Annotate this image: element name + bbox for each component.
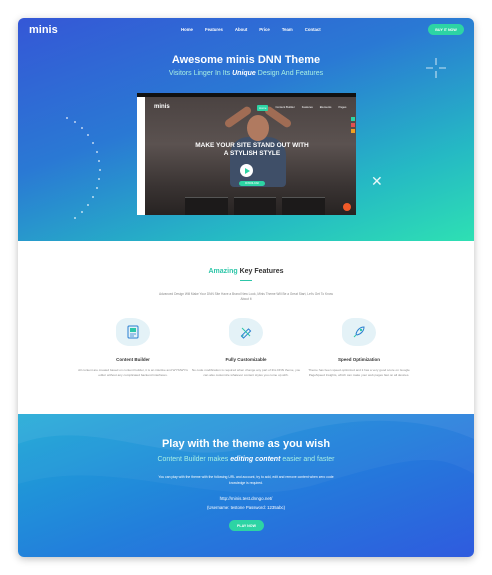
feature-content-builder: Content Builder All content are created …	[78, 318, 188, 378]
video-headline-line2: A STYLISH STYLE	[223, 150, 281, 157]
features-title: Amazing Key Features	[18, 268, 474, 275]
hero-subtitle-suffix: Design And Features	[255, 70, 324, 77]
content-builder-icon	[116, 318, 150, 346]
main-nav: Home Features About Price Team Contact	[181, 27, 321, 32]
play-video-button[interactable]	[240, 164, 253, 177]
play-subtitle-suffix: easier and faster	[280, 456, 335, 463]
nav-contact[interactable]: Contact	[305, 27, 321, 32]
video-nav-content-builder: Content Builder	[275, 105, 295, 109]
play-description: You can play with the theme with the fol…	[158, 475, 334, 485]
person-head	[247, 115, 269, 141]
video-nav-features: Features	[301, 105, 313, 109]
site-logo[interactable]: minis	[29, 24, 58, 36]
feature-title: Content Builder	[116, 357, 150, 362]
video-logo: minis	[154, 104, 170, 110]
feature-title: Speed Optimization	[337, 357, 380, 362]
play-now-button[interactable]: PLAY NOW	[229, 520, 264, 531]
hero-subtitle: Visitors Linger In Its Unique Design And…	[18, 70, 474, 77]
demo-credentials: (Username: testone Password: 1235abc)	[206, 505, 286, 510]
play-subtitle: Content Builder makes editing content ea…	[18, 456, 474, 463]
nav-about[interactable]: About	[235, 27, 247, 32]
video-preview[interactable]: minis Home Content Builder Features Elem…	[137, 93, 356, 215]
features-section: Amazing Key Features Advanced Design Wil…	[18, 241, 474, 414]
nav-price[interactable]: Price	[259, 27, 270, 32]
features-title-highlight: Amazing	[208, 268, 238, 275]
feature-fully-customizable: Fully Customizable No code modification …	[191, 318, 301, 378]
dotted-arc-decoration	[66, 117, 101, 219]
rocket-icon	[342, 318, 376, 346]
hero-subtitle-prefix: Visitors Linger In Its	[168, 70, 233, 77]
hero-title: Awesome minis DNN Theme	[171, 54, 321, 66]
hero-section: minis Home Features About Price Team Con…	[18, 18, 474, 241]
video-sidebar	[137, 97, 145, 215]
nav-features[interactable]: Features	[205, 27, 223, 32]
hero-subtitle-emphasis: Unique	[232, 70, 256, 77]
page-frame: minis Home Features About Price Team Con…	[18, 18, 474, 557]
desk-monitors	[185, 197, 326, 215]
features-title-rest: Key Features	[237, 268, 284, 275]
nav-team[interactable]: Team	[282, 27, 293, 32]
video-side-icons	[351, 117, 355, 133]
play-subtitle-prefix: Content Builder makes	[157, 456, 231, 463]
features-intro: Advanced Design Will Make Your DNN Site …	[159, 292, 333, 301]
video-nav: Home Content Builder Features Elements P…	[257, 105, 346, 111]
video-headline: MAKE YOUR SITE STAND OUT WITH A STYLISH …	[167, 142, 337, 158]
x-decoration-icon: ✕	[371, 173, 383, 189]
video-corner-badge	[343, 203, 351, 211]
play-title: Play with the theme as you wish	[161, 438, 331, 450]
play-subtitle-emphasis: editing content	[230, 456, 281, 463]
feature-description: All content are created based on content…	[78, 368, 188, 377]
feature-description: No code modification is required when ch…	[191, 368, 301, 377]
video-nav-pages: Pages	[338, 105, 347, 109]
pencil-ruler-icon	[229, 318, 263, 346]
buy-it-now-button[interactable]: BUY IT NOW	[428, 24, 464, 35]
video-nav-home: Home	[257, 105, 269, 111]
features-title-underline	[240, 280, 252, 281]
feature-title: Fully Customizable	[225, 357, 267, 362]
feature-speed-optimization: Speed Optimization Theme has been speed …	[304, 318, 414, 378]
play-section: Play with the theme as you wish Content …	[18, 414, 474, 557]
video-headline-line1: MAKE YOUR SITE STAND OUT WITH	[195, 142, 309, 149]
video-nav-elements: Elements	[319, 105, 332, 109]
feature-description: Theme has been speed optimized and it ha…	[308, 368, 410, 377]
video-download-button: DOWNLOAD	[239, 181, 265, 186]
nav-home[interactable]: Home	[181, 27, 193, 32]
play-icon	[244, 167, 250, 174]
demo-url-link[interactable]: http://minis.test.dnngo.net/	[18, 496, 474, 501]
